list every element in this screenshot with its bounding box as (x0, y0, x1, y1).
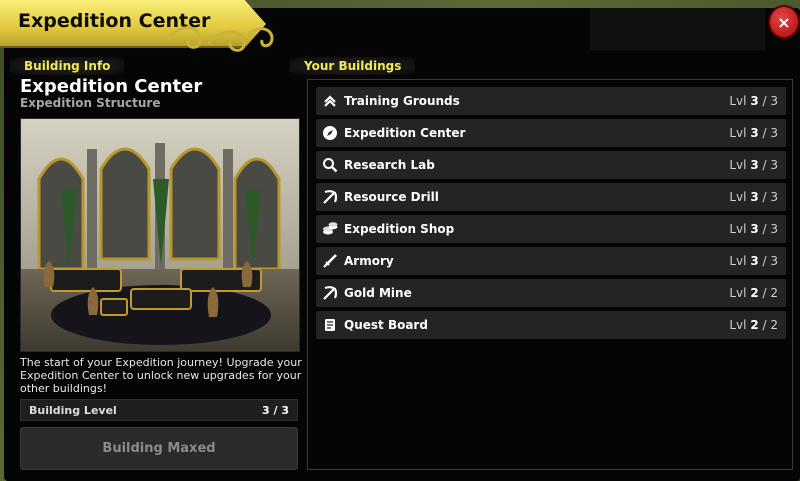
pickaxe-icon (323, 190, 338, 204)
scroll-icon (325, 319, 335, 331)
building-row-level: Lvl 3 / 3 (729, 222, 778, 236)
building-type: Expedition Structure (20, 96, 161, 110)
building-row-name: Expedition Shop (344, 222, 455, 236)
building-row-name: Armory (344, 254, 394, 268)
chevrons-up-icon (324, 95, 336, 107)
building-row-level: Lvl 3 / 3 (729, 126, 778, 140)
building-row-expedition-shop[interactable]: Expedition Shop Lvl 3 / 3 (316, 215, 786, 243)
magnifier-icon (323, 158, 338, 173)
building-row-name: Research Lab (344, 158, 435, 172)
building-row-quest-board[interactable]: Quest Board Lvl 2 / 2 (316, 311, 786, 339)
building-row-training-grounds[interactable]: Training Grounds Lvl 3 / 3 (316, 87, 786, 115)
building-row-research-lab[interactable]: Research Lab Lvl 3 / 3 (316, 151, 786, 179)
building-row-level: Lvl 3 / 3 (729, 254, 778, 268)
building-row-expedition-center[interactable]: Expedition Center Lvl 3 / 3 (316, 119, 786, 147)
compass-icon (323, 126, 337, 140)
coins-icon (323, 222, 338, 235)
building-row-level: Lvl 3 / 3 (729, 190, 778, 204)
building-maxed-button[interactable]: Building Maxed (20, 427, 298, 470)
building-row-level: Lvl 3 / 3 (729, 158, 778, 172)
building-info-tab: Building Info (10, 57, 125, 75)
pickaxe-icon (323, 286, 338, 300)
building-level-label: Building Level (29, 404, 117, 417)
building-row-name: Expedition Center (344, 126, 466, 140)
ornament-swirl-icon (166, 26, 274, 52)
sword-icon (323, 254, 337, 268)
building-preview-image (20, 118, 300, 352)
building-row-resource-drill[interactable]: Resource Drill Lvl 3 / 3 (316, 183, 786, 211)
building-row-gold-mine[interactable]: Gold Mine Lvl 2 / 2 (316, 279, 786, 307)
your-buildings-tab: Your Buildings (290, 57, 416, 75)
building-description: The start of your Expedition journey! Up… (20, 356, 302, 395)
building-level-row: Building Level 3 / 3 (20, 399, 298, 421)
building-row-level: Lvl 2 / 2 (729, 318, 778, 332)
building-row-level: Lvl 3 / 3 (729, 94, 778, 108)
building-name: Expedition Center (20, 76, 203, 97)
building-row-level: Lvl 2 / 2 (729, 286, 778, 300)
building-row-name: Resource Drill (344, 190, 439, 204)
building-row-name: Quest Board (344, 318, 428, 332)
header-dark-strip (590, 8, 765, 50)
building-level-value: 3 / 3 (262, 404, 289, 417)
building-row-name: Gold Mine (344, 286, 412, 300)
close-button[interactable]: × (768, 5, 800, 39)
building-row-armory[interactable]: Armory Lvl 3 / 3 (316, 247, 786, 275)
building-row-name: Training Grounds (344, 94, 460, 108)
